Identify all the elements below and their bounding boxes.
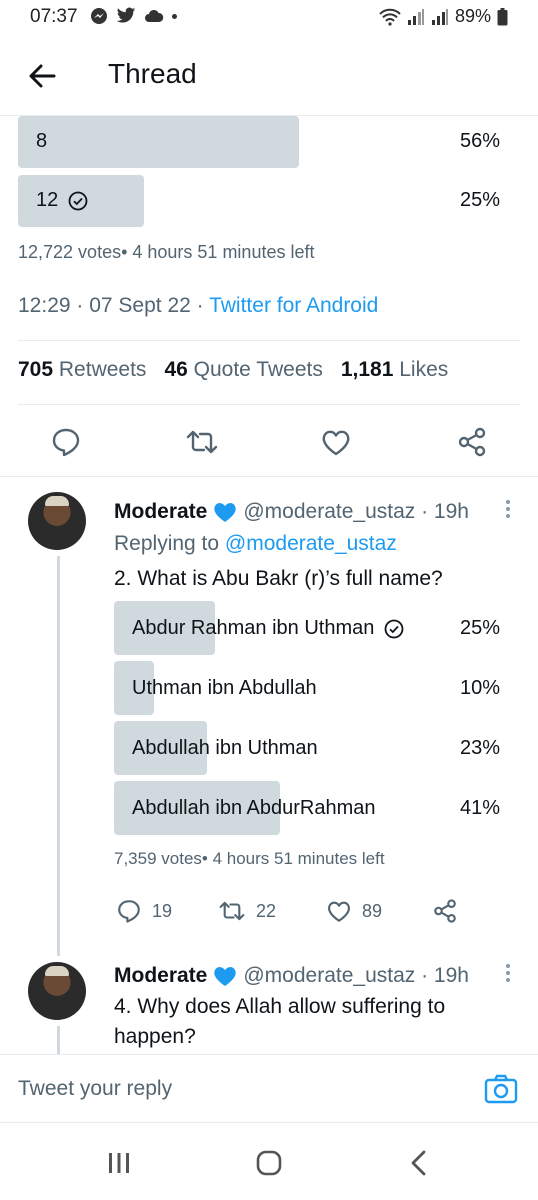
retweet-button[interactable]: 22 [218,898,276,924]
likes-stat[interactable]: 1,181 Likes [341,358,448,382]
wifi-icon [379,8,401,26]
reply-button[interactable]: 19 [116,898,172,924]
status-time: 07:37 [30,6,78,27]
like-button[interactable]: 89 [326,898,382,924]
tweet-text: 2. What is Abu Bakr (r)’s full name? [114,567,443,590]
share-button[interactable] [432,898,458,924]
system-status: 89% [379,6,508,27]
divider [0,476,538,477]
poll-option-percent: 25% [459,189,500,211]
poll-option-12: 12 25% [18,175,520,227]
blue-heart-icon [214,503,237,522]
share-icon [434,899,456,923]
poll-meta: 12,722 votes• 4 hours 51 minutes left [18,242,315,262]
tweet-time: 12:29 · 07 Sept 22 · [18,294,210,317]
retweets-stat[interactable]: 705 Retweets [18,358,146,382]
reply-input[interactable] [18,1077,438,1101]
status-bar: 07:37 89% [0,0,538,36]
poll-option: Abdullah ibn AbdurRahman 41% [114,781,518,835]
page-title: Thread [108,58,197,89]
poll-option-label: Abdur Rahman ibn Uthman [132,617,404,640]
arrow-left-icon[interactable] [26,60,58,92]
poll-option: Uthman ibn Abdullah 10% [114,661,518,715]
poll-option: Abdullah ibn Uthman 23% [114,721,518,775]
replying-to-handle[interactable]: @moderate_ustaz [225,532,397,555]
reply-composer [0,1054,538,1122]
signal-icon [407,8,424,25]
tweet-stats: 705 Retweets 46 Quote Tweets 1,181 Likes [18,358,448,382]
retweet-icon[interactable] [186,426,218,458]
tweet-source-link[interactable]: Twitter for Android [209,294,378,317]
cloud-icon [145,9,164,22]
thread-line [57,556,60,956]
blue-heart-icon [214,967,237,986]
poll-option-percent: 25% [459,617,500,639]
thread-line [57,1026,60,1054]
reply-count: 19 [152,900,173,921]
like-count: 89 [362,900,383,921]
tweet-actions [0,418,538,466]
reply-author-line: Moderate @moderate_ustaz · 19h [114,500,469,524]
retweet-count: 22 [256,900,277,921]
check-circle-icon [384,619,404,638]
poll-meta: 7,359 votes• 4 hours 51 minutes left [114,849,385,868]
retweet-icon [219,901,245,921]
poll-option-percent: 41% [459,797,500,819]
reply-icon[interactable] [50,426,82,458]
poll-option: Abdur Rahman ibn Uthman 25% [114,601,518,655]
more-options-icon[interactable] [504,962,512,986]
avatar[interactable] [28,492,86,550]
battery-icon [497,7,508,25]
recent-apps-icon[interactable] [104,1148,134,1178]
signal-icon [431,8,448,25]
author-handle: @moderate_ustaz · 19h [243,500,469,523]
check-circle-icon [68,191,88,210]
tweet-timestamp: 12:29 · 07 Sept 22 · Twitter for Android [18,294,378,318]
home-icon[interactable] [254,1148,284,1178]
poll-option-label: Uthman ibn Abdullah [132,677,317,699]
notification-icons [90,7,177,25]
share-icon[interactable] [456,426,488,458]
like-icon [328,901,350,922]
camera-icon[interactable] [484,1073,518,1105]
dot-icon [172,13,177,19]
reply-icon [118,900,140,923]
messenger-icon [91,8,107,24]
poll-option-percent: 10% [459,677,500,699]
author-name[interactable]: Moderate [114,964,207,988]
like-icon[interactable] [320,426,352,458]
divider [0,1122,538,1123]
reply-author-line: Moderate @moderate_ustaz · 19h [114,964,469,988]
system-navigation-bar [0,1124,538,1200]
battery-percent: 89% [454,6,491,26]
poll-option-label: Abdullah ibn AbdurRahman [132,797,376,819]
poll-option-label: 8 [36,130,48,152]
twitter-icon [116,7,136,23]
poll-option-label: Abdullah ibn Uthman [132,737,318,759]
divider [18,340,520,341]
avatar[interactable] [28,962,86,1020]
divider [18,404,520,405]
poll-option-percent: 23% [459,737,500,759]
poll-option-percent: 56% [459,130,500,152]
more-options-icon[interactable] [504,498,512,522]
back-nav-icon[interactable] [404,1148,434,1178]
poll-bar [18,116,300,168]
author-name[interactable]: Moderate [114,500,207,524]
poll-option-8: 8 56% [18,116,520,168]
author-handle: @moderate_ustaz · 19h [243,964,469,987]
replying-to: Replying to @moderate_ustaz [114,532,397,555]
poll-option-label: 12 [36,189,88,212]
quote-tweets-stat[interactable]: 46 Quote Tweets [164,358,322,382]
tweet-text: 4. Why does Allah allow suffering to hap… [114,995,446,1048]
top-app-bar: Thread [0,36,538,116]
